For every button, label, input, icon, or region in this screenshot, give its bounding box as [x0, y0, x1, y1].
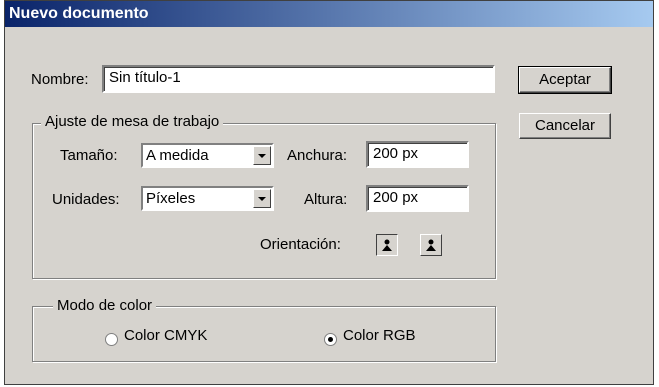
cmyk-radio[interactable] [105, 333, 118, 346]
orientation-label: Orientación: [260, 236, 341, 253]
name-input[interactable]: Sin título-1 [102, 65, 495, 93]
portrait-orientation-button[interactable] [376, 234, 398, 256]
size-select[interactable]: A medida [141, 143, 274, 168]
chevron-down-icon [258, 153, 266, 158]
title-bar[interactable]: Nuevo documento [5, 1, 653, 27]
size-label: Tamaño: [60, 147, 118, 164]
name-label: Nombre: [31, 71, 89, 88]
portrait-icon [382, 239, 392, 251]
size-select-value: A medida [146, 147, 209, 164]
units-select[interactable]: Píxeles [141, 186, 274, 211]
units-select-value: Píxeles [146, 190, 196, 207]
units-dropdown-button[interactable] [253, 189, 271, 208]
chevron-down-icon [258, 196, 266, 201]
height-value: 200 px [373, 189, 419, 206]
name-value: Sin título-1 [109, 69, 181, 86]
cancel-button[interactable]: Cancelar [519, 113, 611, 139]
landscape-orientation-button[interactable] [420, 234, 442, 256]
rgb-label[interactable]: Color RGB [343, 327, 416, 344]
units-label: Unidades: [52, 191, 120, 208]
ok-button[interactable]: Aceptar [518, 66, 612, 94]
color-mode-group [32, 306, 496, 362]
cmyk-label[interactable]: Color CMYK [124, 327, 207, 344]
height-label: Altura: [304, 191, 348, 208]
artboard-legend: Ajuste de mesa de trabajo [41, 113, 224, 130]
landscape-icon [426, 239, 436, 251]
dialog-title: Nuevo documento [9, 5, 149, 22]
width-value: 200 px [373, 145, 419, 162]
new-document-dialog: Nuevo documento Nombre: Sin título-1 Ace… [4, 0, 654, 385]
height-input[interactable]: 200 px [366, 185, 469, 212]
width-label: Anchura: [287, 147, 348, 164]
size-dropdown-button[interactable] [253, 146, 271, 165]
width-input[interactable]: 200 px [366, 141, 469, 168]
rgb-radio[interactable] [324, 333, 337, 346]
color-mode-legend: Modo de color [53, 297, 157, 314]
